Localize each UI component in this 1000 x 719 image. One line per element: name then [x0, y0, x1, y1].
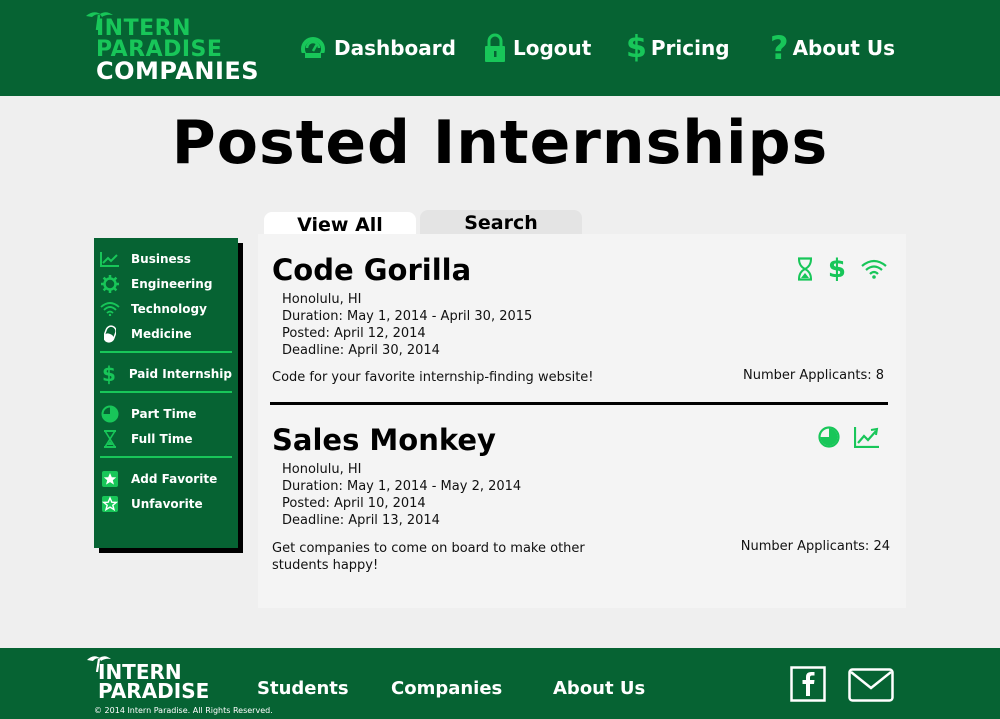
nav-pricing-link[interactable]: $ Pricing: [626, 30, 730, 66]
tab-search[interactable]: Search: [420, 210, 582, 236]
sidebar-item-engineering[interactable]: Engineering: [100, 271, 232, 296]
internship-deadline: Deadline: April 13, 2014: [282, 513, 440, 528]
lock-icon: [485, 33, 505, 62]
intern-paradise-companies-logo[interactable]: INTERN PARADISE COMPANIES: [84, 10, 259, 86]
pill-icon: [100, 324, 120, 343]
internship-duration: Duration: May 1, 2014 - April 30, 2015: [282, 309, 533, 324]
sidebar-item-unfavorite[interactable]: Unfavorite: [100, 491, 232, 516]
sidebar-item-part-time[interactable]: Part Time: [100, 401, 232, 426]
footer-logo-line-2: PARADISE: [98, 679, 210, 703]
hourglass-icon: [100, 429, 120, 448]
sidebar-divider: [100, 456, 232, 458]
applicant-count: Number Applicants: 8: [743, 368, 884, 383]
header: INTERN PARADISE COMPANIES Dashboard Logo…: [0, 0, 1000, 96]
internship-location: Honolulu, HI: [282, 462, 362, 477]
chart-icon: [100, 250, 120, 268]
hourglass-icon: [797, 257, 812, 281]
footer-link-about-us[interactable]: About Us: [553, 678, 645, 699]
facebook-icon[interactable]: [790, 666, 826, 702]
pie-icon: [818, 426, 840, 448]
internship-posted: Posted: April 12, 2014: [282, 326, 426, 341]
internship-duration: Duration: May 1, 2014 - May 2, 2014: [282, 479, 522, 494]
applicant-count: Number Applicants: 24: [740, 539, 890, 554]
nav-about-label: About Us: [792, 36, 896, 60]
sidebar-item-label: Engineering: [131, 276, 213, 291]
mail-icon[interactable]: [848, 668, 894, 702]
wifi-icon: [861, 259, 887, 279]
sidebar-item-label: Full Time: [131, 431, 193, 446]
sidebar-item-label: Medicine: [131, 326, 192, 341]
internship-card[interactable]: Sales Monkey Honolulu, HI Duration: May …: [272, 426, 892, 574]
chart-icon: [854, 427, 879, 448]
gear-icon: [100, 274, 120, 293]
internship-deadline: Deadline: April 30, 2014: [282, 343, 440, 358]
sidebar-item-full-time[interactable]: Full Time: [100, 426, 232, 451]
internship-title[interactable]: Sales Monkey: [272, 426, 892, 455]
star-remove-icon: [100, 495, 120, 513]
nav-about-link[interactable]: ? About Us: [770, 30, 895, 66]
logo-line-3: COMPANIES: [96, 57, 260, 85]
star-add-icon: [100, 470, 120, 488]
nav-logout-link[interactable]: Logout: [483, 30, 591, 66]
sidebar-item-technology[interactable]: Technology: [100, 296, 232, 321]
footer-link-students[interactable]: Students: [257, 678, 349, 699]
nav-logout-label: Logout: [513, 36, 592, 60]
internship-tags: [818, 426, 880, 448]
sidebar-item-label: Add Favorite: [131, 471, 218, 486]
internship-details: Honolulu, HI Duration: May 1, 2014 - May…: [282, 461, 892, 529]
sidebar-item-label: Technology: [131, 301, 207, 316]
sidebar-divider: [100, 391, 232, 393]
card-divider: [270, 402, 888, 405]
sidebar-item-label: Unfavorite: [131, 496, 203, 511]
dollar-icon: $: [626, 30, 647, 65]
wifi-icon: [100, 300, 120, 318]
internship-tags: $: [796, 256, 888, 282]
internship-list-panel: Code Gorilla $ Honolulu, HI Duration: Ma…: [258, 234, 906, 608]
sidebar-item-label: Paid Internship: [128, 366, 232, 381]
internship-details: Honolulu, HI Duration: May 1, 2014 - Apr…: [282, 291, 892, 359]
sidebar-item-medicine[interactable]: Medicine: [100, 321, 232, 346]
sidebar-item-paid-internship[interactable]: $ Paid Internship: [100, 361, 232, 386]
internship-description: Get companies to come on board to make o…: [272, 541, 585, 573]
pie-icon: [100, 405, 120, 423]
footer-link-companies[interactable]: Companies: [391, 678, 502, 699]
category-sidebar: Business Engineering Technology Medicine…: [94, 238, 238, 548]
internship-location: Honolulu, HI: [282, 292, 362, 307]
nav-pricing-label: Pricing: [650, 36, 730, 60]
sidebar-item-label: Part Time: [131, 406, 197, 421]
sidebar-item-business[interactable]: Business: [100, 246, 232, 271]
dollar-icon: $: [827, 254, 846, 284]
dollar-icon: $: [101, 361, 116, 386]
nav-dashboard-link[interactable]: Dashboard: [298, 30, 456, 66]
nav-dashboard-label: Dashboard: [334, 36, 456, 60]
page-title: Posted Internships: [171, 108, 829, 178]
copyright-text: © 2014 Intern Paradise. All Rights Reser…: [94, 706, 273, 715]
question-icon: ?: [770, 29, 789, 67]
sidebar-item-add-favorite[interactable]: Add Favorite: [100, 466, 232, 491]
sidebar-item-label: Business: [131, 251, 191, 266]
internship-description: Code for your favorite internship-findin…: [272, 370, 594, 385]
internship-posted: Posted: April 10, 2014: [282, 496, 426, 511]
internship-card[interactable]: Code Gorilla $ Honolulu, HI Duration: Ma…: [272, 256, 892, 385]
dashboard-icon: [301, 37, 325, 61]
sidebar-divider: [100, 351, 232, 353]
